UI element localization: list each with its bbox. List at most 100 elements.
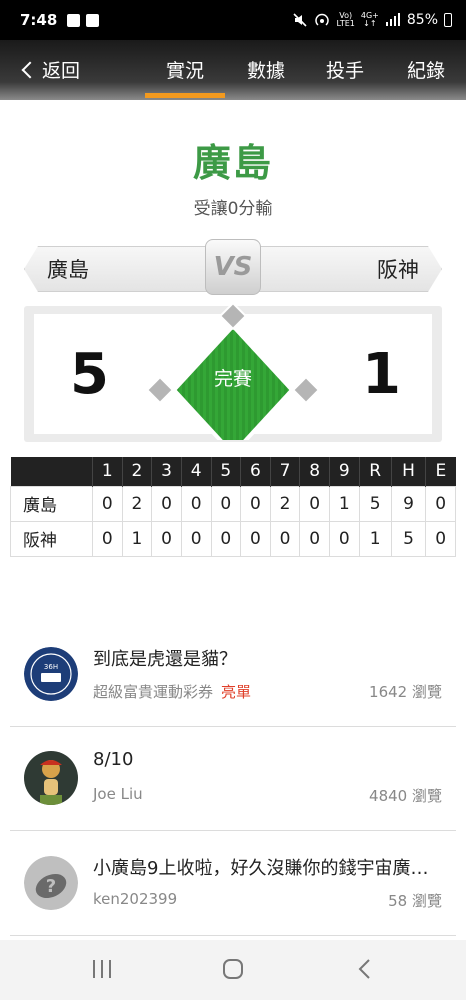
download-check-icon [86, 13, 100, 27]
linescore-cell: 5 [390, 520, 427, 557]
linescore-cell: 0 [425, 520, 456, 557]
hotspot-icon [315, 13, 330, 26]
post-author: 超級富貴運動彩券 [93, 683, 214, 701]
inning-header: 6 [240, 457, 271, 486]
linescore-cell: 0 [180, 520, 212, 557]
linescore-cell: 0 [299, 485, 330, 522]
third-base-icon [146, 375, 175, 405]
linescore-team: 廣島 [10, 485, 93, 522]
post-views: 58 瀏覽 [388, 892, 442, 910]
linescore-cell: 2 [269, 485, 301, 522]
linescore-cell: 1 [329, 485, 360, 522]
linescore-cell: 0 [329, 520, 360, 557]
away-score: 5 [70, 342, 109, 407]
svg-text:36H: 36H [44, 663, 58, 671]
result-subtitle: 受讓0分輸 [193, 199, 273, 219]
linescore-cell: 1 [121, 520, 153, 557]
inning-header: 7 [269, 457, 300, 486]
vs-badge: VS [205, 239, 261, 295]
post-views: 1642 瀏覽 [369, 683, 442, 701]
inning-header: 5 [210, 457, 241, 486]
post-author-line: 超級富貴運動彩券 亮單 [93, 681, 251, 702]
status-right: Vo) LTE1 4G+ ↓↑ 85% [292, 12, 452, 28]
hits-header: H [390, 457, 426, 486]
linescore-header-row: 1 2 3 4 5 6 7 8 9 R H E [10, 457, 456, 486]
linescore-cell: 0 [240, 520, 271, 557]
home-score: 1 [362, 342, 401, 407]
network-type: Vo) LTE1 [336, 11, 355, 28]
tab-records[interactable]: 紀錄 [386, 56, 466, 83]
linescore-row-home: 阪神 0 1 0 0 0 0 0 0 0 1 5 0 [10, 520, 456, 557]
status-bar: 7:48 Vo) LTE1 4G+ ↓↑ 85% [0, 0, 466, 40]
inning-header: 9 [329, 457, 360, 486]
game-status: 完賽 [213, 368, 252, 390]
linescore-corner [10, 457, 93, 486]
tab-stats[interactable]: 數據 [226, 56, 306, 83]
inning-header: 4 [180, 457, 211, 486]
recents-icon[interactable] [90, 958, 114, 980]
mute-icon [293, 13, 308, 27]
post-title: 小廣島9上收啦，好久沒賺你的錢宇宙廣… [93, 858, 429, 879]
home-icon[interactable] [221, 958, 245, 980]
signal-icon [385, 13, 400, 26]
linescore-cell: 0 [92, 520, 123, 557]
status-time: 7:48 [20, 11, 58, 29]
post-views: 4840 瀏覽 [369, 787, 442, 805]
winner-title: 廣島 [192, 141, 273, 185]
linescore-row-away: 廣島 0 2 0 0 0 0 2 0 1 5 9 0 [10, 485, 456, 522]
baseball-mascot-icon [24, 751, 78, 805]
second-base-icon [218, 304, 248, 331]
first-base-icon [291, 375, 320, 405]
inning-header: 2 [121, 457, 152, 486]
chevron-left-icon [21, 61, 39, 78]
linescore-cell: 0 [92, 485, 123, 522]
away-team-banner: 廣島 [24, 246, 214, 292]
linescore-cell: 0 [151, 485, 182, 522]
back-label: 返回 [42, 60, 81, 82]
post-author-line: Joe Liu [93, 785, 151, 803]
unknown-user-icon: ? [24, 856, 78, 910]
back-button[interactable]: 返回 [21, 56, 81, 83]
post-item[interactable]: 8/10 Joe Liu 4840 瀏覽 [10, 727, 456, 831]
network-4g: 4G+ ↓↑ [360, 11, 379, 28]
inning-header: 8 [299, 457, 330, 486]
linescore-cell: 0 [240, 485, 271, 522]
post-item[interactable]: ? 小廣島9上收啦，好久沒賺你的錢宇宙廣… ken202399 58 瀏覽 [10, 832, 456, 936]
linescore-cell: 9 [390, 485, 427, 522]
lottery-logo-icon: 36H [24, 647, 78, 701]
post-author-line: ken202399 [93, 890, 185, 908]
post-tag: 亮單 [221, 683, 252, 701]
linescore-cell: 5 [358, 485, 392, 522]
post-author: Joe Liu [93, 785, 143, 803]
home-team-name: 阪神 [377, 258, 419, 282]
inning-header: 1 [92, 457, 123, 486]
linescore-cell: 0 [210, 520, 242, 557]
linescore-cell: 0 [269, 520, 301, 557]
back-nav-icon[interactable] [354, 958, 378, 980]
svg-text:?: ? [46, 876, 56, 897]
post-item[interactable]: 36H 到底是虎還是貓？ 超級富貴運動彩券 亮單 1642 瀏覽 [10, 623, 456, 727]
linescore-cell: 2 [121, 485, 153, 522]
top-nav: 返回 實況 數據 投手 紀錄 [0, 40, 466, 100]
away-team-name: 廣島 [47, 258, 89, 282]
errors-header: E [425, 457, 456, 486]
battery-level: 85% [406, 12, 438, 28]
post-title: 到底是虎還是貓？ [93, 649, 237, 670]
tab-pitchers[interactable]: 投手 [305, 56, 385, 83]
system-nav-bar [0, 940, 466, 1000]
linescore-cell: 1 [358, 520, 392, 557]
linescore-team: 阪神 [10, 520, 93, 557]
linescore-table: 1 2 3 4 5 6 7 8 9 R H E 廣島 0 2 0 0 0 0 2… [10, 457, 456, 557]
battery-icon [444, 13, 452, 27]
post-author: ken202399 [93, 890, 178, 908]
post-title: 8/10 [93, 749, 134, 770]
tab-live[interactable]: 實況 [145, 56, 225, 98]
linescore-cell: 0 [151, 520, 182, 557]
gallery-icon [67, 13, 81, 27]
linescore-cell: 0 [299, 520, 330, 557]
linescore-cell: 0 [425, 485, 456, 522]
home-team-banner: 阪神 [252, 246, 442, 292]
inning-header: 3 [151, 457, 182, 486]
linescore-cell: 0 [180, 485, 212, 522]
runs-header: R [358, 457, 392, 486]
